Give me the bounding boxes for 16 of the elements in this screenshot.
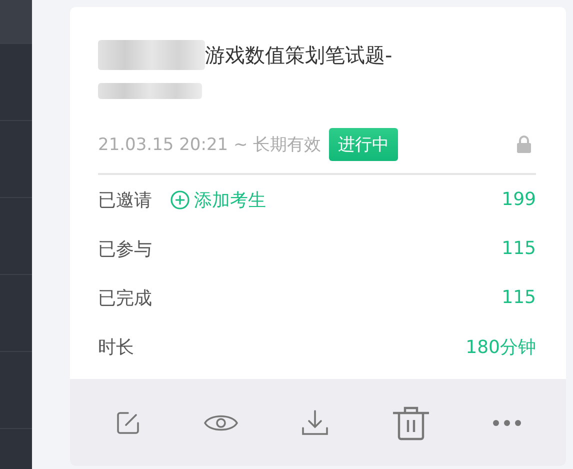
trash-icon[interactable] — [390, 404, 431, 440]
stat-label: 已完成 — [98, 286, 152, 310]
status-badge: 进行中 — [329, 128, 398, 160]
plus-circle-icon — [170, 190, 190, 210]
stat-value: 115 — [502, 238, 536, 259]
stat-value: 180分钟 — [466, 336, 536, 358]
time-range: 21.03.15 20:21 ~ 长期有效 — [98, 134, 322, 156]
stat-label: 已参与 — [98, 238, 152, 260]
more-icon[interactable] — [492, 418, 522, 426]
stat-label: 已邀请 — [98, 188, 152, 212]
stat-value: 199 — [502, 189, 536, 210]
add-candidate-link[interactable]: 添加考生 — [170, 188, 266, 212]
stat-label: 时长 — [98, 336, 134, 358]
stat-value: 115 — [502, 287, 536, 308]
download-icon[interactable] — [300, 408, 330, 438]
card-title: 游戏数值策划笔试题- — [205, 42, 392, 68]
